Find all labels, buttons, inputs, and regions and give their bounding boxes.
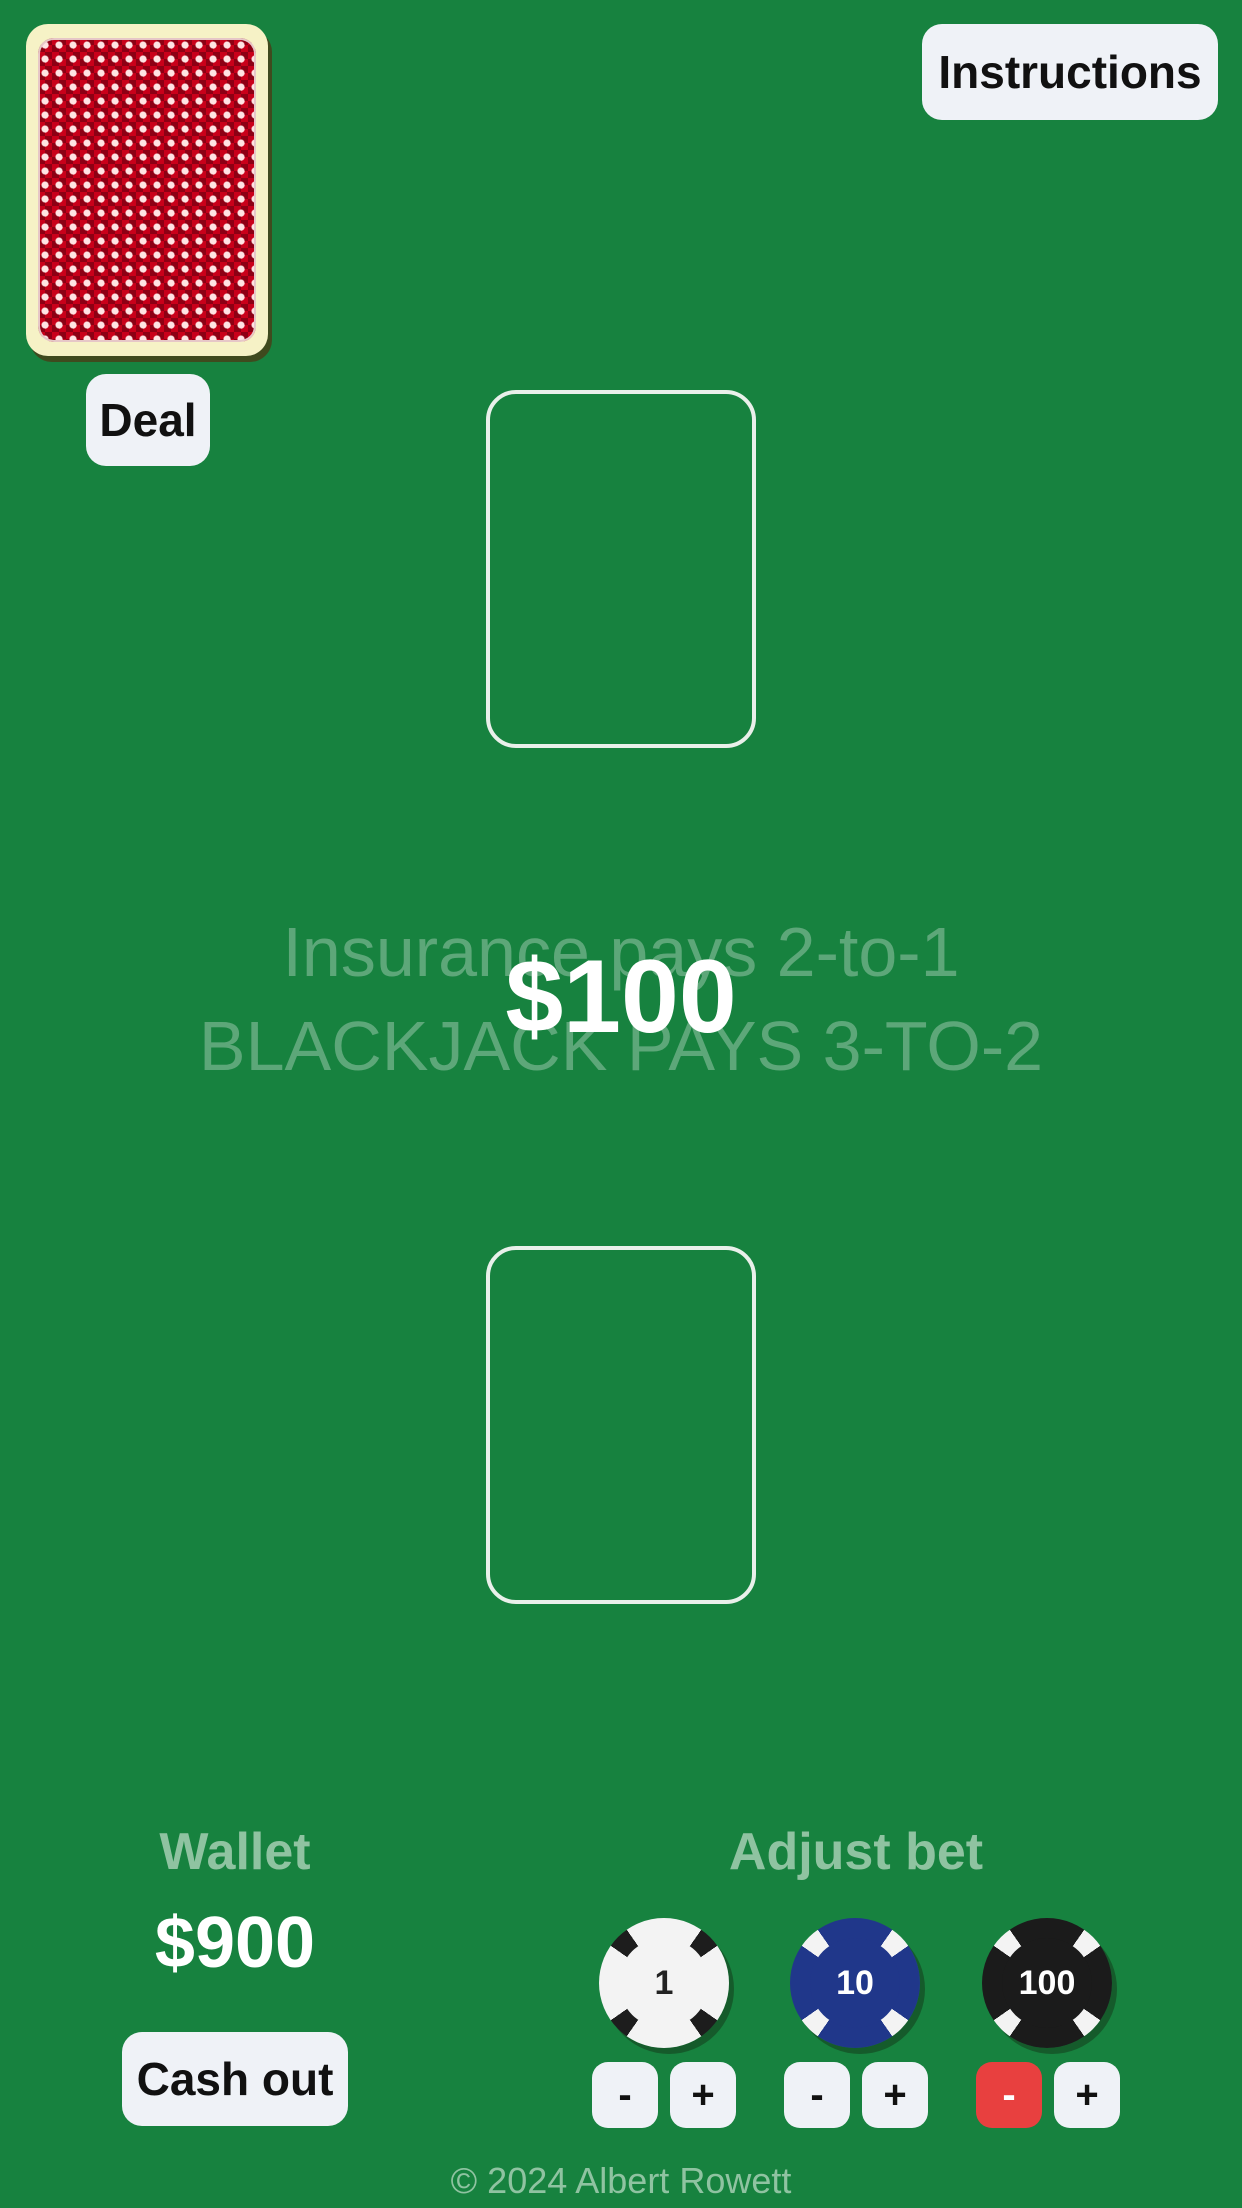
instructions-button[interactable]: Instructions <box>922 24 1218 120</box>
dealer-card-slot <box>486 390 756 748</box>
deal-button[interactable]: Deal <box>86 374 210 466</box>
chip-10[interactable]: 10 <box>790 1918 920 2048</box>
chip-1-value: 1 <box>619 1938 709 2028</box>
current-bet-amount: $100 <box>505 939 737 1055</box>
chip-100-value: 100 <box>1002 1938 1092 2028</box>
copyright-footer: © 2024 Albert Rowett <box>450 2160 792 2201</box>
decrease-10-button[interactable]: - <box>784 2062 850 2128</box>
card-back-pattern <box>38 38 256 342</box>
chip-1[interactable]: 1 <box>599 1918 729 2048</box>
increase-1-button[interactable]: + <box>670 2062 736 2128</box>
decrease-100-button[interactable]: - <box>976 2062 1042 2128</box>
chip-10-value: 10 <box>810 1938 900 2028</box>
chip-100[interactable]: 100 <box>982 1918 1112 2048</box>
player-card-slot <box>486 1246 756 1604</box>
cash-out-button[interactable]: Cash out <box>122 2032 348 2126</box>
wallet-label: Wallet <box>159 1823 311 1881</box>
wallet-amount: $900 <box>154 1903 316 1983</box>
adjust-bet-label: Adjust bet <box>728 1823 984 1881</box>
increase-10-button[interactable]: + <box>862 2062 928 2128</box>
decrease-1-button[interactable]: - <box>592 2062 658 2128</box>
increase-100-button[interactable]: + <box>1054 2062 1120 2128</box>
card-deck[interactable] <box>26 24 268 356</box>
